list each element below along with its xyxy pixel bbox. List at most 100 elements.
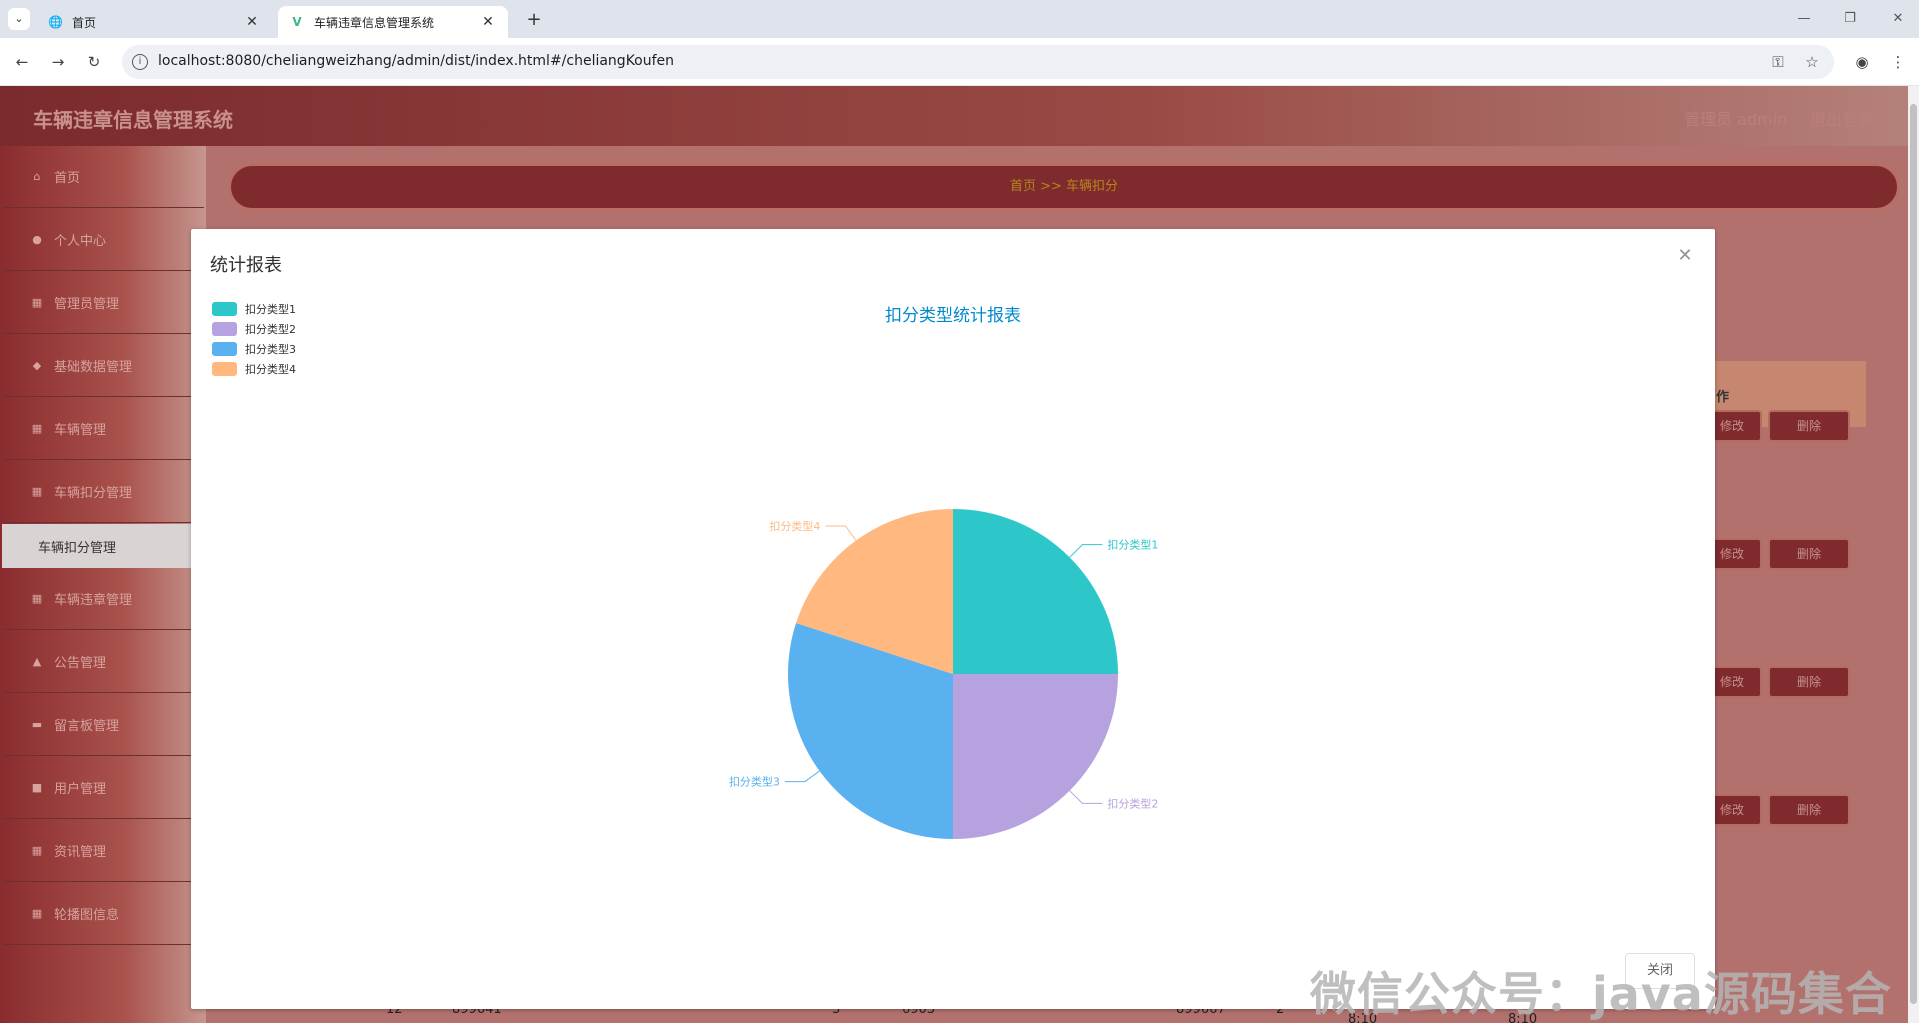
grid-icon: ▦	[31, 296, 43, 309]
legend-swatch[interactable]	[212, 342, 237, 356]
pie-slice-label: 扣分类型3	[729, 775, 780, 789]
legend-label[interactable]: 扣分类型2	[245, 322, 296, 336]
sidebar-item-label: 基础数据管理	[54, 360, 133, 375]
grid-icon: ▦	[31, 422, 43, 435]
chart-title: 扣分类型统计报表	[885, 306, 1021, 326]
sidebar: ⌂ 首页 ● 个人中心 ▦ 管理员管理 ◆ 基础数据管理 ▦ 车辆管理 ▦ 车辆扣分管理 车…	[0, 146, 206, 1023]
logout-link[interactable]: 退出登录	[1810, 106, 1874, 130]
label-leader-line	[1069, 790, 1103, 804]
sidebar-item-label: 车辆违章管理	[54, 593, 133, 608]
legend-swatch[interactable]	[212, 362, 237, 376]
password-key-icon[interactable]: ⚿	[1768, 53, 1788, 71]
label-leader-line	[1069, 544, 1103, 558]
close-icon[interactable]: ✕	[1673, 244, 1697, 268]
close-tab-icon[interactable]: ✕	[244, 14, 260, 30]
pie-slice-label: 扣分类型1	[1107, 538, 1158, 552]
back-icon[interactable]: ←	[10, 50, 34, 74]
new-tab-button[interactable]: +	[520, 6, 548, 34]
legend-label[interactable]: 扣分类型4	[245, 362, 296, 376]
menu-dots-icon[interactable]: ⋮	[1886, 50, 1910, 74]
sidebar-item-label: 资讯管理	[54, 845, 107, 860]
browser-tab-home[interactable]: 🌐 首页 ✕	[36, 6, 272, 38]
close-window-icon[interactable]: ✕	[1886, 8, 1910, 30]
browser-address-bar: ← → ↻ i localhost:8080/cheliangweizhang/…	[0, 38, 1919, 86]
app-header: 车辆违章信息管理系统 管理员 admin 退出登录	[0, 86, 1908, 146]
legend-swatch[interactable]	[212, 302, 237, 316]
minimize-icon[interactable]: —	[1792, 8, 1816, 30]
sidebar-item-carousel[interactable]: ▦ 轮播图信息	[4, 883, 204, 945]
home-icon: ⌂	[33, 170, 41, 183]
pie-slice-label: 扣分类型2	[1107, 796, 1158, 810]
grid-icon: ▦	[31, 844, 43, 857]
sidebar-item-admins[interactable]: ▦ 管理员管理	[4, 272, 204, 334]
app-title: 车辆违章信息管理系统	[33, 108, 233, 132]
message-icon: ▬	[31, 718, 43, 731]
sidebar-item-vehicle-points[interactable]: ▦ 车辆扣分管理	[4, 461, 204, 523]
pie-slice[interactable]	[953, 674, 1118, 839]
sidebar-item-notices[interactable]: ▲ 公告管理	[4, 631, 204, 693]
url-text[interactable]: localhost:8080/cheliangweizhang/admin/di…	[158, 53, 674, 69]
scroll-thumb[interactable]	[1910, 104, 1917, 1004]
breadcrumb: 首页 >> 车辆扣分	[228, 163, 1900, 211]
label-leader-line	[784, 770, 820, 783]
chart-container: 扣分类型统计报表 扣分类型1 扣分类型2 扣分类型3 扣分类型4 扣分类型1 扣分类型2…	[191, 279, 1715, 939]
sidebar-item-label: 公告管理	[54, 656, 107, 671]
url-input[interactable]: i localhost:8080/cheliangweizhang/admin/…	[122, 45, 1834, 79]
close-tab-icon[interactable]: ✕	[480, 14, 496, 30]
sidebar-item-messages[interactable]: ▬ 留言板管理	[4, 694, 204, 756]
browser-tab-active[interactable]: V 车辆违章信息管理系统 ✕	[278, 6, 508, 38]
vue-icon: V	[292, 15, 302, 29]
sidebar-item-label: 首页	[54, 171, 81, 186]
legend-label[interactable]: 扣分类型3	[245, 342, 296, 356]
label-leader-line	[825, 525, 857, 541]
tab-title: 首页	[72, 15, 97, 30]
dialog-title: 统计报表	[210, 255, 282, 276]
forward-icon[interactable]: →	[46, 50, 70, 74]
page-scrollbar[interactable]	[1908, 86, 1919, 1023]
stats-report-dialog: 统计报表 ✕ 扣分类型统计报表 扣分类型1 扣分类型2 扣分类型3 扣分类型4 扣分类…	[191, 229, 1715, 1009]
sidebar-item-violations[interactable]: ▦ 车辆违章管理	[4, 568, 204, 630]
table-header-operation: 作	[1716, 390, 1730, 405]
sidebar-item-users[interactable]: ■ 用户管理	[4, 757, 204, 819]
profile-icon[interactable]: ◉	[1850, 50, 1874, 74]
bookmark-star-icon[interactable]: ☆	[1802, 53, 1822, 71]
browser-tab-bar: ⌄ 🌐 首页 ✕ V 车辆违章信息管理系统 ✕ + — ❐ ✕	[0, 0, 1919, 38]
chart-icon: ▲	[32, 655, 42, 668]
delete-button[interactable]: 删除	[1768, 410, 1850, 442]
sidebar-item-label: 用户管理	[54, 782, 107, 797]
current-user: 管理员 admin	[1684, 110, 1788, 129]
tab-title: 车辆违章信息管理系统	[314, 15, 435, 30]
sidebar-item-home[interactable]: ⌂ 首页	[4, 146, 204, 208]
tab-list-button[interactable]: ⌄	[8, 8, 30, 30]
sidebar-item-vehicles[interactable]: ▦ 车辆管理	[4, 398, 204, 460]
sidebar-item-news[interactable]: ▦ 资讯管理	[4, 820, 204, 882]
grid-icon: ▦	[31, 485, 43, 498]
reload-icon[interactable]: ↻	[82, 50, 106, 74]
delete-button[interactable]: 删除	[1768, 794, 1850, 826]
sidebar-item-label: 管理员管理	[54, 297, 120, 312]
globe-icon: 🌐	[48, 15, 63, 29]
user-icon: ●	[32, 233, 42, 246]
grid-icon: ▦	[31, 907, 43, 920]
sidebar-item-label: 留言板管理	[54, 719, 120, 734]
pie-slice[interactable]	[953, 509, 1118, 674]
pin-icon: ◆	[32, 359, 42, 372]
sidebar-item-label: 车辆扣分管理	[54, 486, 133, 501]
restore-icon[interactable]: ❐	[1838, 8, 1862, 30]
pie-slice-label: 扣分类型4	[769, 519, 820, 533]
lock-icon: ■	[31, 781, 43, 794]
legend-label[interactable]: 扣分类型1	[245, 302, 296, 316]
chart-legend: 扣分类型1 扣分类型2 扣分类型3 扣分类型4	[212, 302, 296, 376]
sidebar-item-label: 车辆管理	[54, 423, 107, 438]
delete-button[interactable]: 删除	[1768, 538, 1850, 570]
sidebar-item-basic-data[interactable]: ◆ 基础数据管理	[4, 335, 204, 397]
sidebar-item-profile[interactable]: ● 个人中心	[4, 209, 204, 271]
watermark: 微信公众号：java源码集合	[1310, 967, 1892, 1021]
delete-button[interactable]: 删除	[1768, 666, 1850, 698]
sidebar-item-label: 个人中心	[54, 234, 107, 249]
pie-slices	[788, 509, 1118, 839]
sidebar-subitem-vehicle-points[interactable]: 车辆扣分管理	[2, 524, 204, 568]
pie-chart: 扣分类型统计报表 扣分类型1 扣分类型2 扣分类型3 扣分类型4 扣分类型1 扣分类型2…	[212, 302, 1158, 839]
legend-swatch[interactable]	[212, 322, 237, 336]
site-info-icon[interactable]: i	[132, 54, 148, 70]
